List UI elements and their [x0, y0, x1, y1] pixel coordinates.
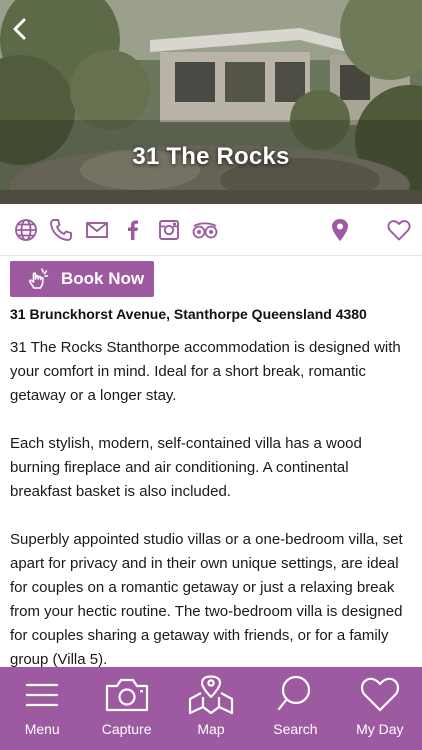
search-icon [278, 675, 311, 711]
tab-map-label: Map [197, 721, 225, 737]
facebook-icon [128, 220, 139, 240]
tab-capture-label: Capture [101, 721, 152, 737]
tab-search-label: Search [273, 721, 318, 737]
book-now-button[interactable]: Book Now [10, 261, 154, 297]
bottom-tab-bar: Menu Capture Map Search My Day [0, 667, 422, 750]
facebook-button[interactable] [119, 216, 147, 244]
instagram-icon [159, 220, 179, 240]
back-button[interactable] [6, 14, 34, 44]
tab-map[interactable]: Map [169, 667, 253, 750]
description-paragraph: Each stylish, modern, self-contained vil… [10, 435, 362, 500]
camera-icon [105, 678, 148, 712]
instagram-button[interactable] [155, 216, 183, 244]
tab-my-day-label: My Day [356, 721, 404, 737]
email-icon [86, 222, 108, 238]
tripadvisor-icon [192, 222, 218, 239]
description: 31 The Rocks Stanthorpe accommodation is… [10, 336, 414, 696]
hero-image: 31 The Rocks [0, 0, 422, 204]
description-paragraph: 31 The Rocks Stanthorpe accommodation is… [10, 339, 401, 404]
tab-search[interactable]: Search [253, 667, 337, 750]
tab-menu[interactable]: Menu [0, 667, 84, 750]
page-title: 31 The Rocks [132, 143, 290, 170]
chevron-left-icon [13, 18, 26, 40]
favorite-button[interactable] [385, 216, 413, 244]
description-paragraph: Superbly appointed studio villas or a on… [10, 531, 403, 668]
contact-icon-row [0, 204, 422, 256]
tripadvisor-button[interactable] [190, 216, 220, 244]
address-text: 31 Brunckhorst Avenue, Stanthorpe Queens… [10, 306, 367, 322]
book-now-label: Book Now [61, 269, 145, 288]
menu-icon [26, 683, 59, 707]
email-button[interactable] [83, 216, 111, 244]
website-button[interactable] [12, 216, 40, 244]
property-photo [0, 0, 422, 204]
heart-icon [387, 220, 411, 241]
tap-hand-icon [28, 268, 49, 289]
phone-icon [50, 219, 72, 241]
tab-my-day[interactable]: My Day [338, 667, 422, 750]
location-button[interactable] [326, 216, 354, 244]
globe-icon [15, 219, 37, 241]
heart-icon [360, 677, 399, 712]
tab-capture[interactable]: Capture [84, 667, 168, 750]
tab-menu-label: Menu [24, 721, 60, 737]
map-icon [188, 675, 234, 715]
map-pin-icon [332, 219, 348, 241]
phone-button[interactable] [47, 216, 75, 244]
